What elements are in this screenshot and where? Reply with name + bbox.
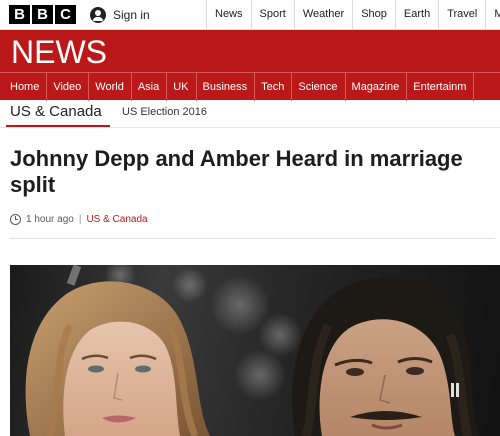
news-nav-asia[interactable]: Asia <box>132 73 168 101</box>
subnav-us-canada[interactable]: US & Canada <box>10 103 102 120</box>
news-header: NEWS Home Video World Asia UK Business T… <box>0 30 500 101</box>
global-nav-news[interactable]: News <box>206 0 251 29</box>
sign-in-label: Sign in <box>113 7 150 22</box>
divider <box>0 127 500 128</box>
news-nav-world[interactable]: World <box>89 73 132 101</box>
global-nav-earth[interactable]: Earth <box>394 0 438 29</box>
bbc-logo-letter: C <box>55 5 76 24</box>
clock-icon <box>10 214 21 225</box>
news-nav-uk[interactable]: UK <box>167 73 197 101</box>
meta-separator: | <box>78 214 82 225</box>
news-nav-magazine[interactable]: Magazine <box>346 73 408 101</box>
global-nav-shop[interactable]: Shop <box>352 0 395 29</box>
global-nav-weather[interactable]: Weather <box>293 0 352 29</box>
news-nav-science[interactable]: Science <box>292 73 346 101</box>
global-nav: News Sport Weather Shop Earth Travel M <box>206 0 500 29</box>
news-nav-entertainment[interactable]: Entertainm <box>407 73 475 101</box>
section-subnav: US & Canada US Election 2016 <box>0 100 500 128</box>
global-nav-sport[interactable]: Sport <box>250 0 294 29</box>
news-nav-home[interactable]: Home <box>0 73 48 101</box>
global-nav-more[interactable]: M <box>485 0 500 29</box>
news-nav: Home Video World Asia UK Business Tech S… <box>0 72 500 101</box>
bbc-logo[interactable]: B B C <box>9 5 76 24</box>
article-category-link[interactable]: US & Canada <box>86 214 147 225</box>
news-logo[interactable]: NEWS <box>11 34 107 71</box>
sign-in-link[interactable]: Sign in <box>90 0 150 29</box>
divider <box>10 238 495 239</box>
subnav-us-election[interactable]: US Election 2016 <box>122 106 207 118</box>
article-headline: Johnny Depp and Amber Heard in marriage … <box>10 146 463 197</box>
lead-image-illustration <box>25 265 480 436</box>
bbc-logo-letter: B <box>32 5 53 24</box>
article-meta: 1 hour ago | US & Canada <box>10 214 148 225</box>
bbc-logo-letter: B <box>9 5 30 24</box>
top-bar: B B C Sign in News Sport Weather Shop Ea… <box>0 0 500 30</box>
news-nav-tech[interactable]: Tech <box>255 73 293 101</box>
news-nav-video[interactable]: Video <box>47 73 90 101</box>
news-nav-business[interactable]: Business <box>197 73 256 101</box>
global-nav-travel[interactable]: Travel <box>438 0 485 29</box>
article-lead-image <box>10 265 500 436</box>
user-icon <box>90 6 106 23</box>
article-timestamp: 1 hour ago <box>26 214 74 225</box>
